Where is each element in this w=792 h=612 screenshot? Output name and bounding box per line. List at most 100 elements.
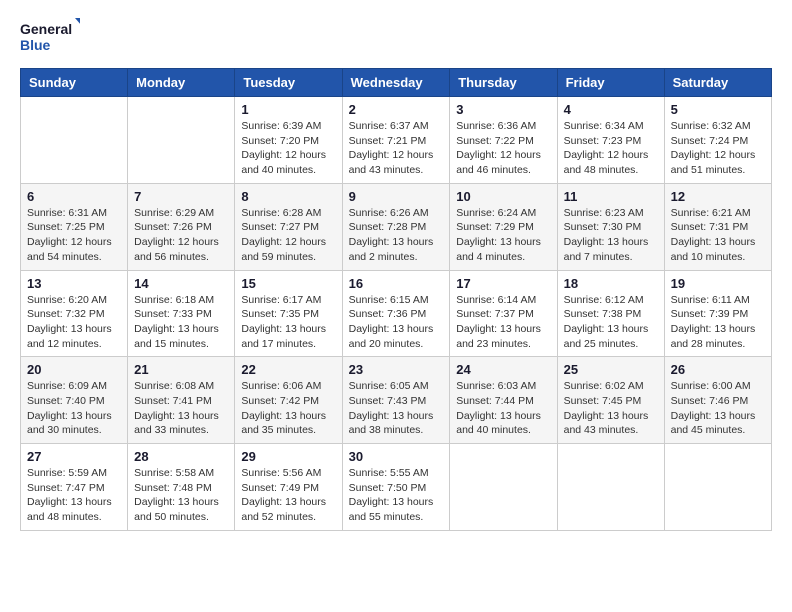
calendar-cell: 7Sunrise: 6:29 AM Sunset: 7:26 PM Daylig… xyxy=(128,183,235,270)
day-number: 12 xyxy=(671,189,765,204)
day-number: 6 xyxy=(27,189,121,204)
calendar-cell: 15 Sunrise: 6:17 AM Sunset: 7:35 PM Dayli… xyxy=(235,270,342,357)
day-number: 15 xyxy=(241,276,335,291)
calendar-cell: 8Sunrise: 6:28 AM Sunset: 7:27 PM Daylig… xyxy=(235,183,342,270)
calendar-cell: 29 Sunrise: 5:56 AM Sunset: 7:49 PM Dayli… xyxy=(235,444,342,531)
day-number: 4 xyxy=(564,102,658,117)
day-number: 22 xyxy=(241,362,335,377)
day-info: Sunrise: 6:20 AM Sunset: 7:32 PM Dayligh… xyxy=(27,293,121,352)
svg-text:Blue: Blue xyxy=(20,37,51,53)
calendar-header-row: SundayMondayTuesdayWednesdayThursdayFrid… xyxy=(21,69,772,97)
calendar-cell: 4 Sunrise: 6:34 AM Sunset: 7:23 PM Daylig… xyxy=(557,97,664,184)
calendar-cell: 12 Sunrise: 6:21 AM Sunset: 7:31 PM Dayli… xyxy=(664,183,771,270)
day-number: 21 xyxy=(134,362,228,377)
calendar-cell: 24 Sunrise: 6:03 AM Sunset: 7:44 PM Dayli… xyxy=(450,357,557,444)
day-header: Saturday xyxy=(664,69,771,97)
svg-text:General: General xyxy=(20,21,72,37)
calendar-cell: 18 Sunrise: 6:12 AM Sunset: 7:38 PM Dayli… xyxy=(557,270,664,357)
day-header: Friday xyxy=(557,69,664,97)
day-info: Sunrise: 5:55 AM Sunset: 7:50 PM Dayligh… xyxy=(349,466,444,525)
day-info: Sunrise: 6:23 AM Sunset: 7:30 PM Dayligh… xyxy=(564,206,658,265)
day-info: Sunrise: 5:58 AM Sunset: 7:48 PM Dayligh… xyxy=(134,466,228,525)
calendar-cell: 10 Sunrise: 6:24 AM Sunset: 7:29 PM Dayli… xyxy=(450,183,557,270)
day-number: 19 xyxy=(671,276,765,291)
day-number: 7 xyxy=(134,189,228,204)
calendar-week-row: 27 Sunrise: 5:59 AM Sunset: 7:47 PM Dayli… xyxy=(21,444,772,531)
day-info: Sunrise: 6:03 AM Sunset: 7:44 PM Dayligh… xyxy=(456,379,550,438)
day-info: Sunrise: 6:26 AM Sunset: 7:28 PM Dayligh… xyxy=(349,206,444,265)
day-number: 2 xyxy=(349,102,444,117)
day-number: 11 xyxy=(564,189,658,204)
calendar-cell xyxy=(557,444,664,531)
calendar-cell: 13 Sunrise: 6:20 AM Sunset: 7:32 PM Dayli… xyxy=(21,270,128,357)
calendar-cell: 17 Sunrise: 6:14 AM Sunset: 7:37 PM Dayli… xyxy=(450,270,557,357)
calendar-week-row: 6 Sunrise: 6:31 AM Sunset: 7:25 PM Daylig… xyxy=(21,183,772,270)
day-number: 16 xyxy=(349,276,444,291)
calendar-cell: 5 Sunrise: 6:32 AM Sunset: 7:24 PM Daylig… xyxy=(664,97,771,184)
calendar-cell: 20Sunrise: 6:09 AM Sunset: 7:40 PM Dayli… xyxy=(21,357,128,444)
calendar-cell: 23Sunrise: 6:05 AM Sunset: 7:43 PM Dayli… xyxy=(342,357,450,444)
day-info: Sunrise: 6:24 AM Sunset: 7:29 PM Dayligh… xyxy=(456,206,550,265)
logo-svg: General Blue xyxy=(20,16,80,56)
calendar-cell: 28Sunrise: 5:58 AM Sunset: 7:48 PM Dayli… xyxy=(128,444,235,531)
day-number: 30 xyxy=(349,449,444,464)
day-info: Sunrise: 5:56 AM Sunset: 7:49 PM Dayligh… xyxy=(241,466,335,525)
calendar-cell: 27 Sunrise: 5:59 AM Sunset: 7:47 PM Dayli… xyxy=(21,444,128,531)
calendar-week-row: 13 Sunrise: 6:20 AM Sunset: 7:32 PM Dayli… xyxy=(21,270,772,357)
calendar-cell: 19Sunrise: 6:11 AM Sunset: 7:39 PM Dayli… xyxy=(664,270,771,357)
day-number: 10 xyxy=(456,189,550,204)
calendar-cell: 11 Sunrise: 6:23 AM Sunset: 7:30 PM Dayli… xyxy=(557,183,664,270)
calendar-cell: 1 Sunrise: 6:39 AM Sunset: 7:20 PM Daylig… xyxy=(235,97,342,184)
page-header: General Blue xyxy=(20,16,772,56)
day-number: 5 xyxy=(671,102,765,117)
day-header: Wednesday xyxy=(342,69,450,97)
day-number: 23 xyxy=(349,362,444,377)
calendar-cell: 16 Sunrise: 6:15 AM Sunset: 7:36 PM Dayli… xyxy=(342,270,450,357)
calendar-cell: 30 Sunrise: 5:55 AM Sunset: 7:50 PM Dayli… xyxy=(342,444,450,531)
day-info: Sunrise: 6:34 AM Sunset: 7:23 PM Dayligh… xyxy=(564,119,658,178)
calendar-week-row: 1 Sunrise: 6:39 AM Sunset: 7:20 PM Daylig… xyxy=(21,97,772,184)
day-info: Sunrise: 6:37 AM Sunset: 7:21 PM Dayligh… xyxy=(349,119,444,178)
calendar-cell xyxy=(664,444,771,531)
day-info: Sunrise: 6:02 AM Sunset: 7:45 PM Dayligh… xyxy=(564,379,658,438)
day-info: Sunrise: 6:32 AM Sunset: 7:24 PM Dayligh… xyxy=(671,119,765,178)
day-header: Tuesday xyxy=(235,69,342,97)
day-info: Sunrise: 6:28 AM Sunset: 7:27 PM Dayligh… xyxy=(241,206,335,265)
calendar-cell: 25Sunrise: 6:02 AM Sunset: 7:45 PM Dayli… xyxy=(557,357,664,444)
day-info: Sunrise: 6:06 AM Sunset: 7:42 PM Dayligh… xyxy=(241,379,335,438)
day-info: Sunrise: 6:15 AM Sunset: 7:36 PM Dayligh… xyxy=(349,293,444,352)
day-info: Sunrise: 6:17 AM Sunset: 7:35 PM Dayligh… xyxy=(241,293,335,352)
day-info: Sunrise: 6:31 AM Sunset: 7:25 PM Dayligh… xyxy=(27,206,121,265)
day-number: 24 xyxy=(456,362,550,377)
day-header: Monday xyxy=(128,69,235,97)
calendar-cell xyxy=(450,444,557,531)
day-info: Sunrise: 6:18 AM Sunset: 7:33 PM Dayligh… xyxy=(134,293,228,352)
day-number: 26 xyxy=(671,362,765,377)
day-info: Sunrise: 6:21 AM Sunset: 7:31 PM Dayligh… xyxy=(671,206,765,265)
calendar-cell: 14 Sunrise: 6:18 AM Sunset: 7:33 PM Dayli… xyxy=(128,270,235,357)
day-info: Sunrise: 6:00 AM Sunset: 7:46 PM Dayligh… xyxy=(671,379,765,438)
calendar-cell: 3Sunrise: 6:36 AM Sunset: 7:22 PM Daylig… xyxy=(450,97,557,184)
day-number: 27 xyxy=(27,449,121,464)
day-info: Sunrise: 6:12 AM Sunset: 7:38 PM Dayligh… xyxy=(564,293,658,352)
calendar-table: SundayMondayTuesdayWednesdayThursdayFrid… xyxy=(20,68,772,531)
day-number: 14 xyxy=(134,276,228,291)
calendar-cell: 6 Sunrise: 6:31 AM Sunset: 7:25 PM Daylig… xyxy=(21,183,128,270)
day-info: Sunrise: 6:39 AM Sunset: 7:20 PM Dayligh… xyxy=(241,119,335,178)
day-number: 29 xyxy=(241,449,335,464)
day-header: Thursday xyxy=(450,69,557,97)
day-header: Sunday xyxy=(21,69,128,97)
day-info: Sunrise: 5:59 AM Sunset: 7:47 PM Dayligh… xyxy=(27,466,121,525)
day-number: 13 xyxy=(27,276,121,291)
day-number: 18 xyxy=(564,276,658,291)
calendar-week-row: 20Sunrise: 6:09 AM Sunset: 7:40 PM Dayli… xyxy=(21,357,772,444)
day-info: Sunrise: 6:14 AM Sunset: 7:37 PM Dayligh… xyxy=(456,293,550,352)
logo: General Blue xyxy=(20,16,80,56)
calendar-cell: 22 Sunrise: 6:06 AM Sunset: 7:42 PM Dayli… xyxy=(235,357,342,444)
day-number: 17 xyxy=(456,276,550,291)
day-number: 1 xyxy=(241,102,335,117)
calendar-cell: 2 Sunrise: 6:37 AM Sunset: 7:21 PM Daylig… xyxy=(342,97,450,184)
day-number: 20 xyxy=(27,362,121,377)
day-number: 3 xyxy=(456,102,550,117)
calendar-cell: 21Sunrise: 6:08 AM Sunset: 7:41 PM Dayli… xyxy=(128,357,235,444)
